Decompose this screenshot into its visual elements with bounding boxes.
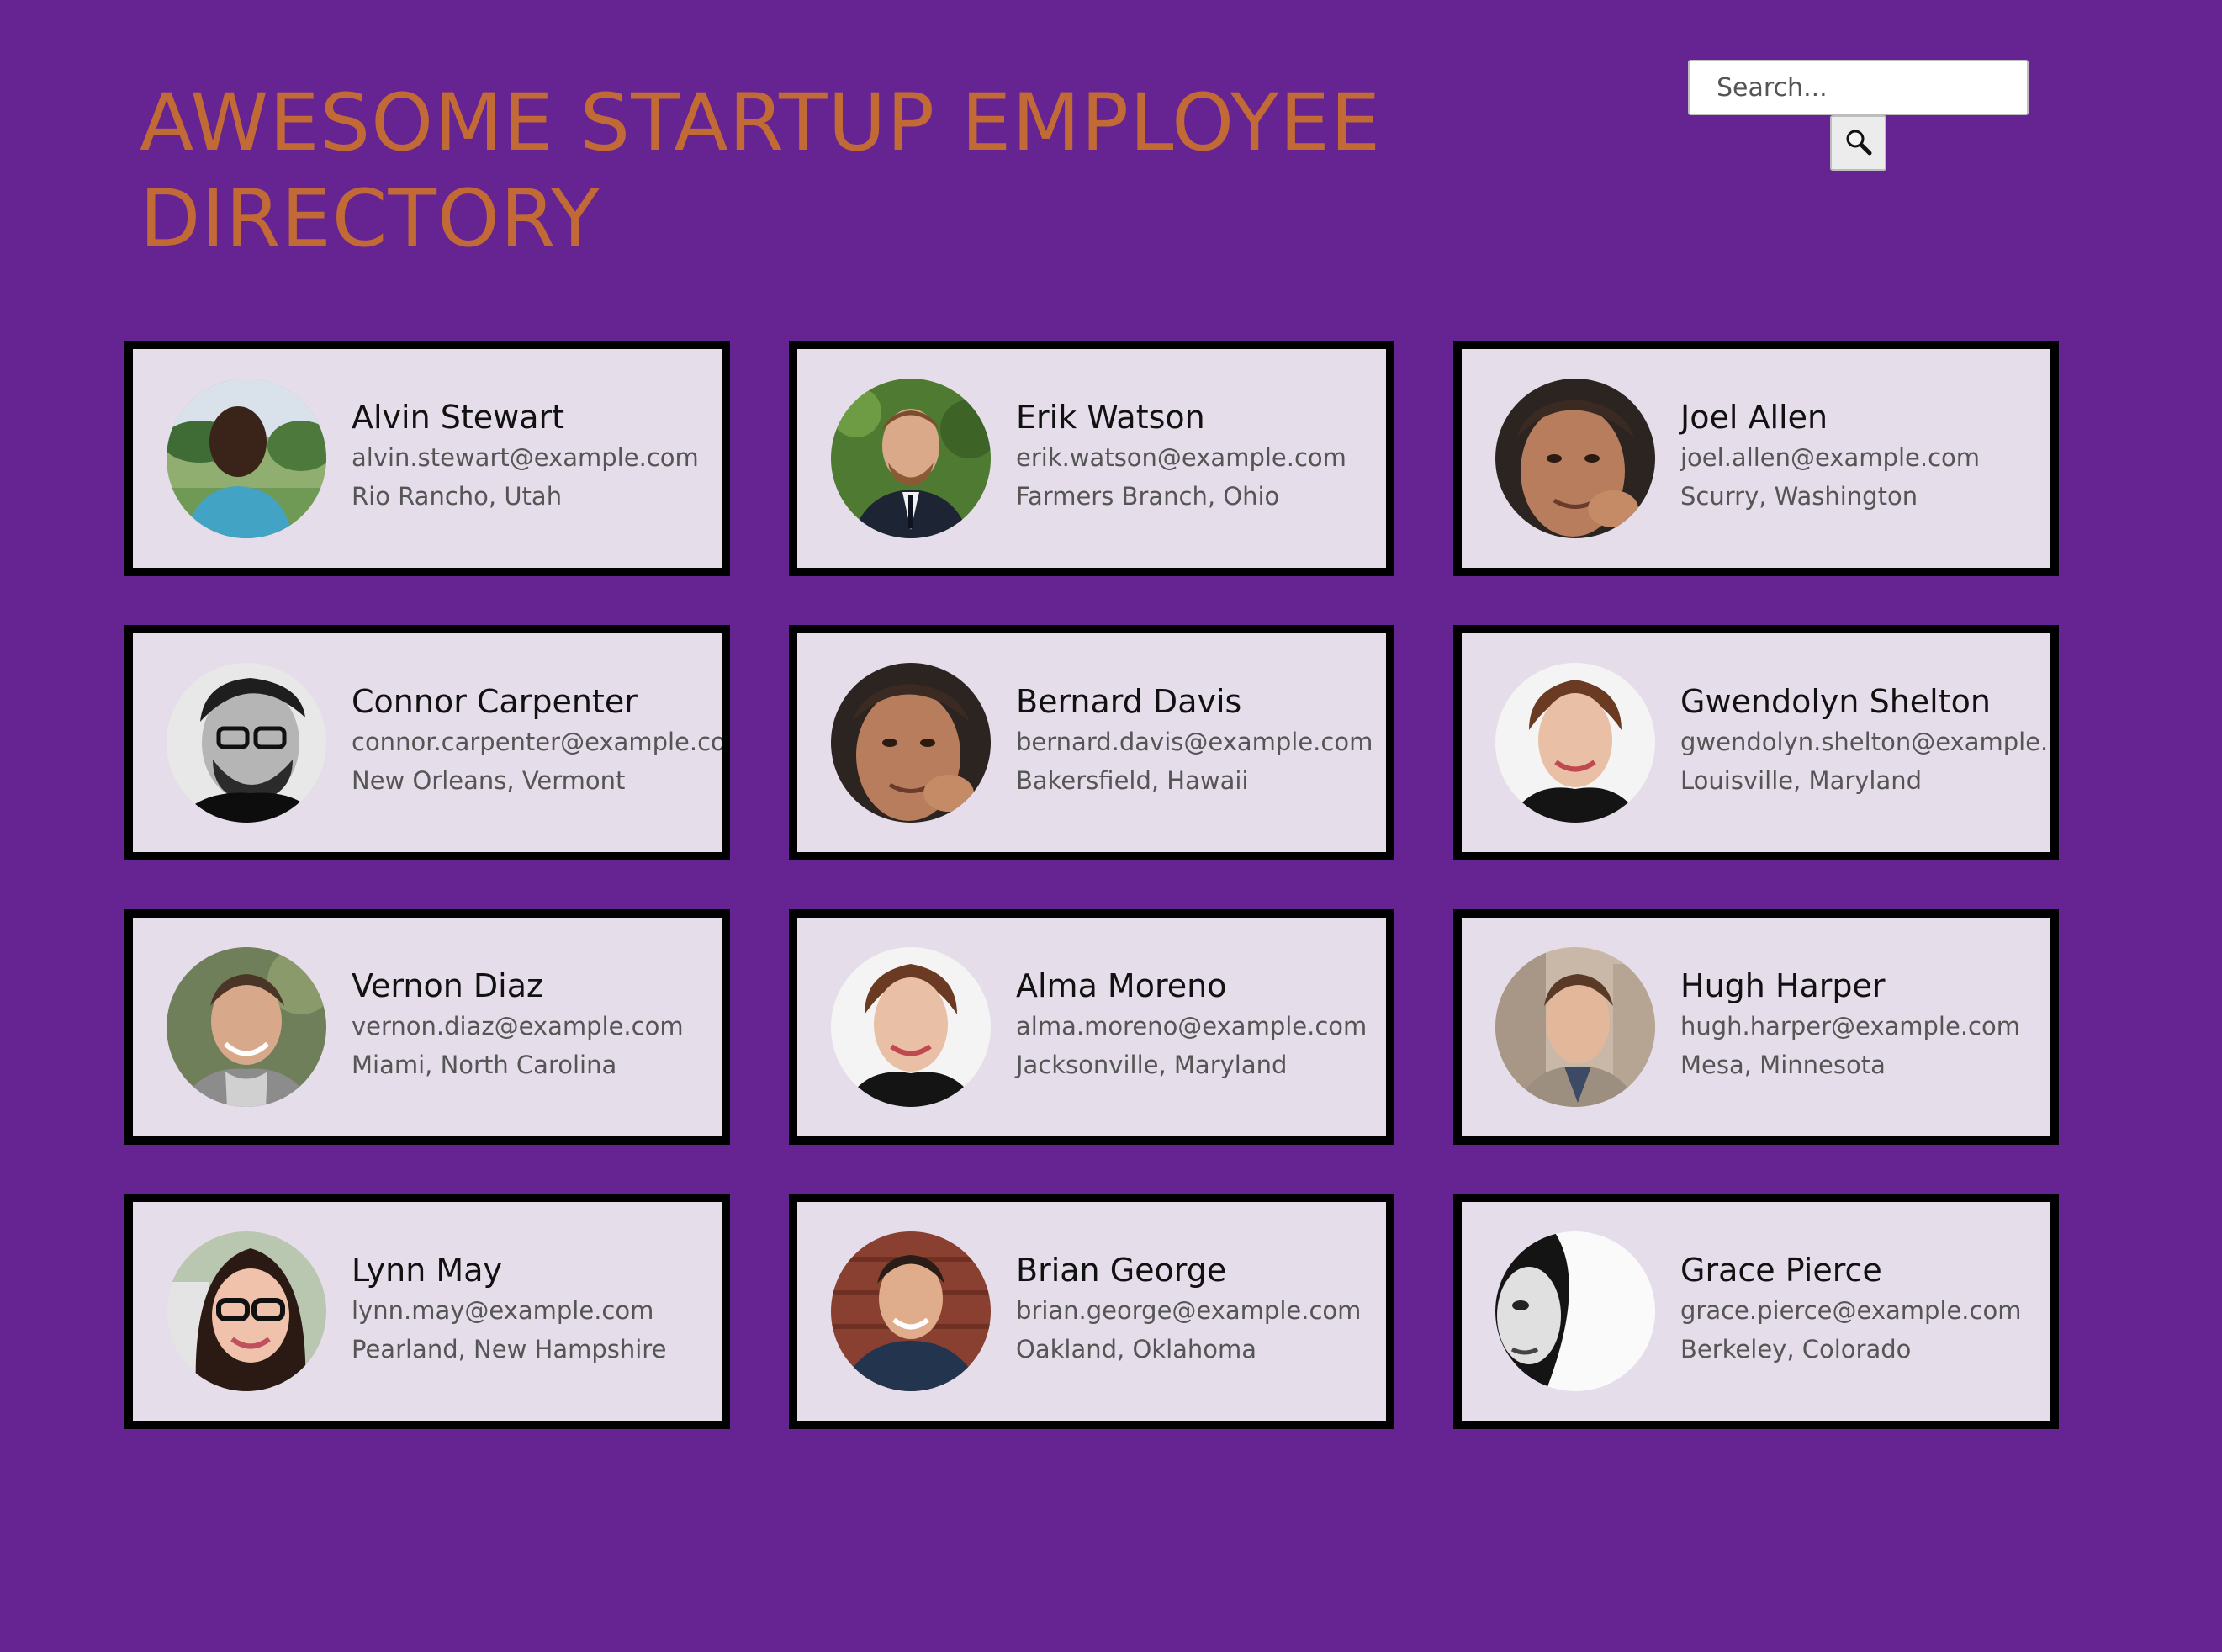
- employee-card[interactable]: Bernard Davis bernard.davis@example.com …: [789, 625, 1394, 860]
- avatar: [831, 1231, 991, 1391]
- employee-location: Miami, North Carolina: [352, 1051, 617, 1079]
- avatar: [167, 379, 326, 538]
- employee-location: Bakersfield, Hawaii: [1016, 766, 1249, 795]
- employee-info: Lynn May lynn.may@example.com Pearland, …: [352, 1249, 666, 1369]
- search-button[interactable]: [1830, 115, 1886, 171]
- employee-card[interactable]: Connor Carpenter connor.carpenter@exampl…: [124, 625, 730, 860]
- avatar: [167, 1231, 326, 1391]
- employee-location: Pearland, New Hampshire: [352, 1335, 667, 1363]
- avatar: [1495, 947, 1655, 1107]
- employee-info: Alvin Stewart alvin.stewart@example.com …: [352, 396, 699, 516]
- employee-location: Berkeley, Colorado: [1680, 1335, 1912, 1363]
- employee-info: Joel Allen joel.allen@example.com Scurry…: [1680, 396, 1980, 516]
- employee-location: Rio Rancho, Utah: [352, 482, 563, 511]
- avatar: [831, 947, 991, 1107]
- employee-email: brian.george@example.com: [1016, 1296, 1362, 1325]
- employee-email: alma.moreno@example.com: [1016, 1012, 1368, 1040]
- employee-name: Alma Moreno: [1016, 967, 1227, 1004]
- employee-card[interactable]: Vernon Diaz vernon.diaz@example.com Miam…: [124, 909, 730, 1145]
- employee-gallery: Alvin Stewart alvin.stewart@example.com …: [124, 341, 2059, 1429]
- employee-location: Louisville, Maryland: [1680, 766, 1923, 795]
- employee-name: Erik Watson: [1016, 399, 1205, 436]
- page-title: AWESOME STARTUP EMPLOYEE DIRECTORY: [140, 77, 1382, 265]
- employee-info: Hugh Harper hugh.harper@example.com Mesa…: [1680, 965, 2020, 1084]
- employee-card[interactable]: Brian George brian.george@example.com Oa…: [789, 1194, 1394, 1429]
- employee-email: bernard.davis@example.com: [1016, 728, 1373, 756]
- employee-name: Gwendolyn Shelton: [1680, 683, 1991, 720]
- search-input[interactable]: [1688, 60, 2029, 115]
- employee-location: Jacksonville, Maryland: [1016, 1051, 1288, 1079]
- employee-info: Bernard Davis bernard.davis@example.com …: [1016, 680, 1373, 800]
- employee-email: vernon.diaz@example.com: [352, 1012, 684, 1040]
- avatar: [831, 663, 991, 823]
- magnifying-glass-icon: [1844, 128, 1873, 159]
- employee-name: Lynn May: [352, 1252, 502, 1289]
- employee-email: gwendolyn.shelton@example.com: [1680, 728, 2059, 756]
- employee-name: Grace Pierce: [1680, 1252, 1882, 1289]
- employee-email: connor.carpenter@example.com: [352, 728, 730, 756]
- employee-card[interactable]: Joel Allen joel.allen@example.com Scurry…: [1453, 341, 2059, 576]
- employee-name: Brian George: [1016, 1252, 1227, 1289]
- employee-info: Vernon Diaz vernon.diaz@example.com Miam…: [352, 965, 684, 1084]
- employee-location: New Orleans, Vermont: [352, 766, 626, 795]
- avatar: [1495, 379, 1655, 538]
- avatar: [1495, 1231, 1655, 1391]
- employee-email: alvin.stewart@example.com: [352, 443, 699, 472]
- employee-email: lynn.may@example.com: [352, 1296, 654, 1325]
- employee-info: Erik Watson erik.watson@example.com Farm…: [1016, 396, 1346, 516]
- employee-info: Alma Moreno alma.moreno@example.com Jack…: [1016, 965, 1367, 1084]
- avatar: [831, 379, 991, 538]
- employee-name: Alvin Stewart: [352, 399, 565, 436]
- employee-card[interactable]: Alma Moreno alma.moreno@example.com Jack…: [789, 909, 1394, 1145]
- employee-card[interactable]: Alvin Stewart alvin.stewart@example.com …: [124, 341, 730, 576]
- employee-card[interactable]: Gwendolyn Shelton gwendolyn.shelton@exam…: [1453, 625, 2059, 860]
- employee-card[interactable]: Grace Pierce grace.pierce@example.com Be…: [1453, 1194, 2059, 1429]
- avatar: [167, 663, 326, 823]
- employee-info: Brian George brian.george@example.com Oa…: [1016, 1249, 1361, 1369]
- employee-card[interactable]: Lynn May lynn.may@example.com Pearland, …: [124, 1194, 730, 1429]
- employee-location: Mesa, Minnesota: [1680, 1051, 1886, 1079]
- employee-name: Vernon Diaz: [352, 967, 543, 1004]
- employee-location: Oakland, Oklahoma: [1016, 1335, 1257, 1363]
- employee-info: Grace Pierce grace.pierce@example.com Be…: [1680, 1249, 2021, 1369]
- employee-email: grace.pierce@example.com: [1680, 1296, 2022, 1325]
- avatar: [1495, 663, 1655, 823]
- employee-email: joel.allen@example.com: [1680, 443, 1981, 472]
- employee-email: erik.watson@example.com: [1016, 443, 1346, 472]
- employee-name: Bernard Davis: [1016, 683, 1242, 720]
- employee-info: Gwendolyn Shelton gwendolyn.shelton@exam…: [1680, 680, 2059, 800]
- employee-location: Farmers Branch, Ohio: [1016, 482, 1280, 511]
- employee-name: Connor Carpenter: [352, 683, 638, 720]
- employee-info: Connor Carpenter connor.carpenter@exampl…: [352, 680, 730, 800]
- employee-name: Hugh Harper: [1680, 967, 1886, 1004]
- employee-card[interactable]: Erik Watson erik.watson@example.com Farm…: [789, 341, 1394, 576]
- avatar: [167, 947, 326, 1107]
- employee-location: Scurry, Washington: [1680, 482, 1918, 511]
- employee-email: hugh.harper@example.com: [1680, 1012, 2020, 1040]
- employee-name: Joel Allen: [1680, 399, 1828, 436]
- employee-card[interactable]: Hugh Harper hugh.harper@example.com Mesa…: [1453, 909, 2059, 1145]
